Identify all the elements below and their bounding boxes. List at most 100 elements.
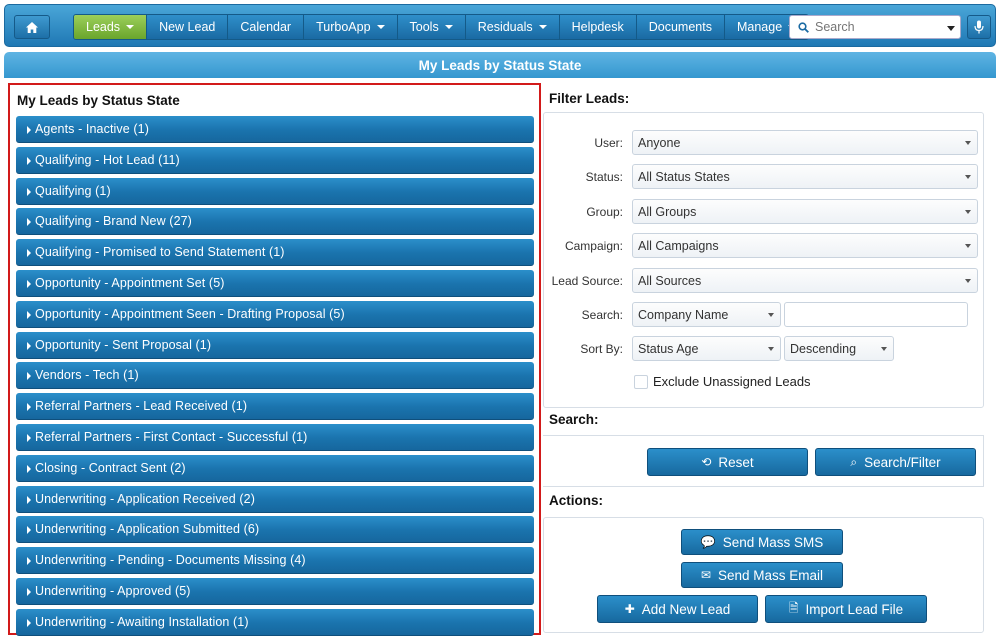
- chevron-down-icon: [376, 25, 385, 29]
- status-item[interactable]: Underwriting - Application Submitted (6): [16, 516, 534, 544]
- caret-right-icon: [27, 587, 31, 596]
- home-button[interactable]: [14, 15, 50, 39]
- chevron-down-icon: [768, 313, 774, 317]
- plus-icon: ✚: [624, 602, 635, 616]
- exclude-unassigned-label: Exclude Unassigned Leads: [653, 374, 811, 389]
- status-item[interactable]: Opportunity - Sent Proposal (1): [16, 331, 534, 359]
- caret-right-icon: [27, 618, 31, 627]
- filter-heading: Filter Leads:: [549, 91, 630, 106]
- status-list: Agents - Inactive (1) Qualifying - Hot L…: [16, 116, 534, 639]
- group-label: Group:: [586, 205, 623, 219]
- send-mass-email-button[interactable]: ✉ Send Mass Email: [681, 562, 843, 588]
- search-field-select-value: Company Name: [638, 308, 729, 322]
- status-item[interactable]: Opportunity - Appointment Seen - Draftin…: [16, 300, 534, 328]
- global-search: [789, 15, 961, 39]
- search-filter-button-label: Search/Filter: [864, 454, 941, 470]
- status-item[interactable]: Qualifying - Promised to Send Statement …: [16, 239, 534, 267]
- send-mass-sms-button[interactable]: 💬 Send Mass SMS: [681, 529, 843, 555]
- caret-right-icon: [27, 403, 31, 412]
- sort-direction-select[interactable]: Descending: [784, 336, 894, 361]
- caret-right-icon: [27, 433, 31, 442]
- search-filter-button[interactable]: ⌕ Search/Filter: [815, 448, 976, 476]
- campaign-select[interactable]: All Campaigns: [632, 233, 978, 258]
- nav-leads-label: Leads: [86, 20, 121, 34]
- nav-documents[interactable]: Documents: [636, 15, 725, 39]
- nav-helpdesk-label: Helpdesk: [571, 20, 624, 34]
- exclude-unassigned-checkbox[interactable]: [634, 375, 648, 389]
- chevron-down-icon: [881, 347, 887, 351]
- search-icon: ⌕: [850, 454, 858, 469]
- caret-right-icon: [27, 557, 31, 566]
- chevron-down-icon: [965, 244, 971, 248]
- status-item[interactable]: Opportunity - Appointment Set (5): [16, 269, 534, 297]
- search-input[interactable]: [815, 20, 935, 34]
- status-select-value: All Status States: [638, 170, 730, 184]
- caret-right-icon: [27, 310, 31, 319]
- add-new-lead-button[interactable]: ✚ Add New Lead: [597, 595, 758, 623]
- envelope-icon: ✉: [700, 568, 711, 582]
- status-item[interactable]: Referral Partners - First Contact - Succ…: [16, 423, 534, 451]
- sort-by-label: Sort By:: [580, 342, 623, 356]
- status-item[interactable]: Referral Partners - Lead Received (1): [16, 393, 534, 421]
- status-item-label: Underwriting - Pending - Documents Missi…: [35, 553, 306, 568]
- lead-source-select[interactable]: All Sources: [632, 268, 978, 293]
- caret-right-icon: [27, 464, 31, 473]
- status-panel-heading: My Leads by Status State: [17, 93, 180, 108]
- nav-new-lead-label: New Lead: [159, 20, 216, 34]
- send-mass-email-label: Send Mass Email: [718, 567, 824, 583]
- group-select-value: All Groups: [638, 205, 697, 219]
- status-item-label: Opportunity - Appointment Seen - Draftin…: [35, 306, 345, 321]
- status-item[interactable]: Underwriting - Application Received (2): [16, 485, 534, 513]
- caret-right-icon: [27, 187, 31, 196]
- status-item-label: Qualifying - Hot Lead (11): [35, 152, 180, 167]
- import-lead-file-button[interactable]: 🗎 Import Lead File: [765, 595, 927, 623]
- nav-new-lead[interactable]: New Lead: [147, 15, 229, 39]
- group-select[interactable]: All Groups: [632, 199, 978, 224]
- status-item[interactable]: Underwriting - Awaiting Installation (1): [16, 608, 534, 636]
- lead-source-select-value: All Sources: [638, 274, 702, 288]
- status-item[interactable]: Vendors - Tech (1): [16, 362, 534, 390]
- voice-search-button[interactable]: [967, 15, 991, 39]
- search-field-select[interactable]: Company Name: [632, 302, 781, 327]
- status-item[interactable]: Qualifying - Brand New (27): [16, 208, 534, 236]
- chat-bubble-icon: 💬: [700, 535, 716, 549]
- nav-calendar[interactable]: Calendar: [228, 15, 305, 39]
- chevron-down-icon: [965, 210, 971, 214]
- status-item-label: Vendors - Tech (1): [35, 368, 139, 383]
- status-item[interactable]: Qualifying (1): [16, 177, 534, 205]
- refresh-icon: ⟲: [701, 455, 712, 469]
- status-select[interactable]: All Status States: [632, 164, 978, 189]
- caret-right-icon: [27, 526, 31, 535]
- caret-right-icon: [27, 156, 31, 165]
- search-text-input[interactable]: [784, 302, 968, 327]
- status-item[interactable]: Underwriting - Pending - Documents Missi…: [16, 547, 534, 575]
- nav-helpdesk[interactable]: Helpdesk: [559, 15, 637, 39]
- chevron-down-icon[interactable]: [946, 22, 956, 34]
- chevron-down-icon: [444, 25, 453, 29]
- status-label: Status:: [585, 170, 623, 184]
- status-item[interactable]: Underwriting - Approved (5): [16, 577, 534, 605]
- status-item-label: Underwriting - Approved (5): [35, 583, 191, 598]
- caret-right-icon: [27, 279, 31, 288]
- reset-button[interactable]: ⟲ Reset: [647, 448, 808, 476]
- status-item[interactable]: Agents - Inactive (1): [16, 116, 534, 143]
- status-item[interactable]: Closing - Contract Sent (2): [16, 454, 534, 482]
- status-item-label: Underwriting - Application Submitted (6): [35, 522, 260, 537]
- chevron-down-icon: [126, 25, 135, 29]
- nav-residuals[interactable]: Residuals: [465, 15, 560, 39]
- chevron-down-icon: [538, 25, 547, 29]
- page-title-bar: My Leads by Status State: [4, 52, 996, 78]
- top-navigation-bar: Leads New Lead Calendar TurboApp Tools R…: [4, 4, 996, 47]
- nav-turboapp[interactable]: TurboApp: [304, 15, 398, 39]
- status-item[interactable]: Qualifying - Hot Lead (11): [16, 146, 534, 174]
- nav-leads[interactable]: Leads: [74, 15, 148, 39]
- nav-tools[interactable]: Tools: [397, 15, 466, 39]
- actions-area: 💬 Send Mass SMS ✉ Send Mass Email ✚ Add New…: [543, 517, 984, 633]
- user-select[interactable]: Anyone: [632, 130, 978, 155]
- actions-heading: Actions:: [549, 493, 603, 508]
- status-item-label: Referral Partners - Lead Received (1): [35, 399, 248, 414]
- reset-button-label: Reset: [718, 454, 754, 470]
- campaign-select-value: All Campaigns: [638, 239, 719, 253]
- sort-by-select[interactable]: Status Age: [632, 336, 781, 361]
- nav-documents-label: Documents: [648, 20, 712, 34]
